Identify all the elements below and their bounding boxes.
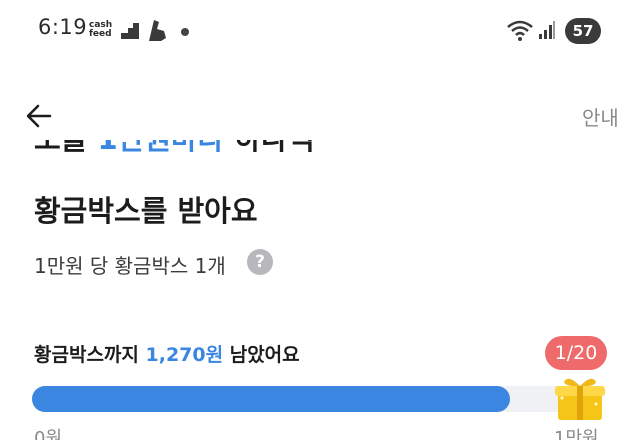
help-icon[interactable]: ? (247, 249, 273, 275)
remaining-amount: 1,270원 (145, 344, 224, 366)
title-line-clipped: 모을 1만원마다 하나씩 (34, 140, 594, 162)
remaining-text: 황금박스까지 1,270원 남았어요 (34, 344, 300, 366)
subtitle: 1만원 당 황금박스 1개 (34, 254, 226, 278)
wifi-icon (507, 20, 533, 41)
cashfeed-icon: cash feed (89, 20, 113, 39)
gift-box-icon (555, 378, 605, 420)
progress-max-label: 1만원 (554, 428, 599, 440)
arrow-left-icon[interactable] (24, 100, 56, 132)
progress-min-label: 0원 (34, 428, 63, 440)
page-title: 황금박스를 받아요 (34, 194, 258, 228)
status-time: 6:19 (38, 15, 88, 39)
progress-fill (32, 386, 511, 412)
box-count-badge: 1/20 (545, 336, 607, 370)
notification-dot (181, 28, 189, 36)
guide-button[interactable]: 안내 (582, 102, 619, 131)
status-bar: 6:19 cash feed 57 (0, 0, 640, 64)
battery-icon: 57 (565, 18, 601, 44)
signal-icon (539, 21, 555, 39)
shoe-icon (149, 20, 166, 41)
progress-track (32, 386, 580, 412)
stairs-icon (121, 23, 139, 39)
